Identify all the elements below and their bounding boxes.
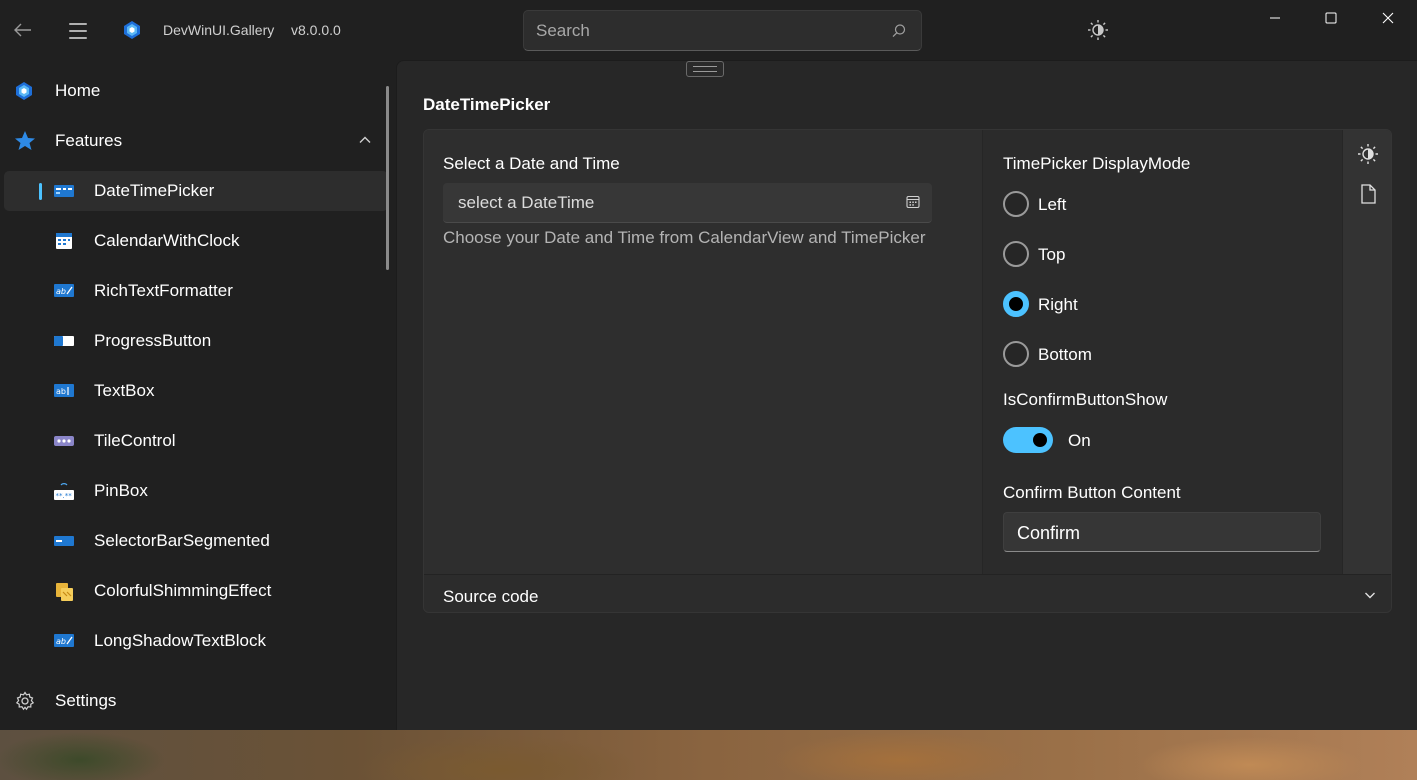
- sidebar-item-label: LongShadowTextBlock: [94, 631, 267, 650]
- radio-right[interactable]: [1003, 291, 1029, 317]
- radio-label-bottom: Bottom: [1038, 345, 1092, 364]
- sample-card: Select a Date and Time select a DateTime…: [423, 129, 1392, 613]
- nav-label-features: Features: [55, 131, 123, 150]
- search-input[interactable]: [536, 20, 876, 42]
- navigation-sidebar: Home Features DateTimePicker CalendarWit…: [0, 60, 396, 730]
- sidebar-item-pinbox[interactable]: **.** PinBox: [4, 471, 388, 511]
- star-icon: [14, 131, 36, 151]
- shimming-effect-icon: [53, 582, 75, 602]
- app-window: DevWinUI.Gallery v8.0.0.0 Search Home Fe…: [0, 0, 1417, 730]
- maximize-button[interactable]: [1303, 0, 1359, 36]
- radio-label-right: Right: [1038, 295, 1078, 314]
- sidebar-item-textbox[interactable]: ab TextBox: [4, 371, 388, 411]
- confirm-content-label: Confirm Button Content: [1003, 483, 1181, 502]
- datetime-description: Choose your Date and Time from CalendarV…: [443, 228, 926, 247]
- calendar-icon[interactable]: [906, 195, 920, 209]
- svg-text:ab: ab: [56, 387, 66, 396]
- close-button[interactable]: [1360, 0, 1416, 36]
- tilecontrol-icon: [53, 432, 75, 452]
- drag-handle[interactable]: [686, 61, 724, 77]
- selection-indicator: [39, 183, 42, 200]
- sidebar-item-richtextformatter[interactable]: ab RichTextFormatter: [4, 271, 388, 311]
- sidebar-item-label: ProgressButton: [94, 331, 212, 350]
- title-bar: DevWinUI.Gallery v8.0.0.0: [0, 0, 1417, 60]
- chevron-up-icon[interactable]: [358, 133, 372, 147]
- sidebar-item-tilecontrol[interactable]: TileControl: [4, 421, 388, 461]
- datetime-picker-field[interactable]: select a DateTime: [443, 183, 932, 223]
- radio-left[interactable]: [1003, 191, 1029, 217]
- app-logo-icon: [122, 20, 142, 40]
- content-frame: DateTimePicker Select a Date and Time se…: [396, 60, 1417, 730]
- document-icon[interactable]: [1356, 182, 1380, 206]
- radio-label-left: Left: [1038, 195, 1067, 214]
- sidebar-item-label: SelectorBarSegmented: [94, 531, 270, 550]
- nav-item-home[interactable]: Home: [4, 71, 388, 111]
- selectorbar-icon: [53, 532, 75, 552]
- hamburger-menu-icon[interactable]: [64, 18, 92, 44]
- sidebar-item-label: PinBox: [94, 481, 148, 500]
- app-title: DevWinUI.Gallery: [163, 22, 275, 38]
- sidebar-item-label: TextBox: [94, 381, 155, 400]
- toggle-state-label: On: [1068, 431, 1091, 450]
- sidebar-item-colorfulshimmingeffect[interactable]: ColorfulShimmingEffect: [4, 571, 388, 611]
- sidebar-item-longshadowtextblock[interactable]: ab LongShadowTextBlock: [4, 621, 388, 661]
- sidebar-item-label: TileControl: [94, 431, 176, 450]
- confirm-show-toggle[interactable]: [1003, 427, 1053, 453]
- calendar-icon: [53, 232, 75, 252]
- sidebar-item-calendarwithclock[interactable]: CalendarWithClock: [4, 221, 388, 261]
- theme-toggle-icon[interactable]: [1356, 142, 1380, 166]
- chevron-down-icon[interactable]: [1363, 588, 1377, 602]
- sidebar-item-progressbutton[interactable]: ProgressButton: [4, 321, 388, 361]
- tool-rail: [1342, 130, 1391, 574]
- svg-text:ab: ab: [56, 637, 66, 646]
- datetime-header: Select a Date and Time: [443, 154, 620, 173]
- desktop-wallpaper: [0, 730, 1417, 780]
- theme-toggle-icon[interactable]: [1087, 19, 1109, 41]
- nav-label-home: Home: [55, 81, 101, 100]
- pinbox-icon: **.**: [53, 482, 75, 502]
- svg-text:**.**: **.**: [56, 492, 73, 500]
- radio-label-top: Top: [1038, 245, 1066, 264]
- longshadow-text-icon: ab: [53, 632, 75, 652]
- nav-item-features[interactable]: Features: [4, 121, 388, 161]
- search-box[interactable]: [523, 10, 922, 51]
- app-version: v8.0.0.0: [291, 22, 341, 38]
- radio-top[interactable]: [1003, 241, 1029, 267]
- minimize-button[interactable]: [1247, 0, 1303, 36]
- page-title: DateTimePicker: [423, 95, 551, 114]
- datetime-placeholder: select a DateTime: [458, 193, 595, 212]
- radio-bottom[interactable]: [1003, 341, 1029, 367]
- options-panel: TimePicker DisplayMode Left Top Right Bo…: [982, 130, 1342, 574]
- sidebar-scrollbar[interactable]: [386, 86, 389, 270]
- sidebar-item-label: ColorfulShimmingEffect: [94, 581, 272, 600]
- back-arrow-icon[interactable]: [10, 18, 36, 44]
- display-mode-label: TimePicker DisplayMode: [1003, 154, 1191, 173]
- confirm-content-field[interactable]: [1003, 512, 1321, 552]
- gear-icon: [15, 691, 37, 711]
- search-icon[interactable]: [891, 23, 907, 39]
- demo-area: Select a Date and Time select a DateTime…: [424, 130, 982, 574]
- sidebar-item-label: CalendarWithClock: [94, 231, 240, 250]
- svg-text:ab: ab: [56, 287, 66, 296]
- source-code-expander[interactable]: Source code: [424, 574, 1391, 612]
- nav-label-settings: Settings: [55, 691, 117, 710]
- nav-item-settings[interactable]: Settings: [4, 681, 388, 721]
- datetimepicker-icon: [53, 182, 75, 202]
- sidebar-item-label: RichTextFormatter: [94, 281, 233, 300]
- source-code-label: Source code: [443, 587, 539, 606]
- sidebar-item-selectorbarsegmented[interactable]: SelectorBarSegmented: [4, 521, 388, 561]
- sidebar-item-datetimepicker[interactable]: DateTimePicker: [4, 171, 388, 211]
- confirm-content-input[interactable]: [1017, 522, 1307, 544]
- richtext-icon: ab: [53, 282, 75, 302]
- home-logo-icon: [14, 81, 36, 101]
- confirm-show-label: IsConfirmButtonShow: [1003, 390, 1168, 409]
- textbox-icon: ab: [53, 382, 75, 402]
- sidebar-item-label: DateTimePicker: [94, 181, 215, 200]
- progressbutton-icon: [53, 332, 75, 352]
